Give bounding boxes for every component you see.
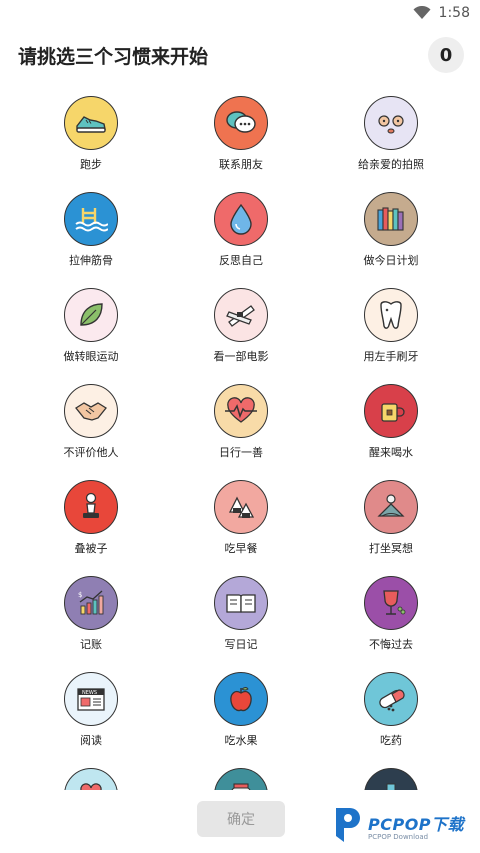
habit-item-bookkeeping[interactable]: $ 记账	[16, 576, 166, 672]
door-icon	[364, 768, 418, 790]
habit-item-self-reflection[interactable]: 反思自己	[166, 192, 316, 288]
habit-item-no-regrets[interactable]: 不悔过去	[316, 576, 466, 672]
habit-item-meditation[interactable]: 打坐冥想	[316, 480, 466, 576]
habit-item-partial-1[interactable]	[16, 768, 166, 790]
leaf-icon	[64, 288, 118, 342]
habit-label: 不悔过去	[369, 638, 413, 651]
habit-item-reading[interactable]: NEWS 阅读	[16, 672, 166, 768]
wifi-icon	[413, 6, 431, 20]
habit-label: 做转眼运动	[63, 350, 119, 363]
page-title: 请挑选三个习惯来开始	[18, 45, 209, 68]
pill-icon	[364, 672, 418, 726]
habit-item-contact-friends[interactable]: 联系朋友	[166, 96, 316, 192]
habit-picker-screen: 1:58 请挑选三个习惯来开始 0 跑步 联系朋友 给亲爱的拍照 拉伸筋骨 反思…	[0, 0, 480, 853]
habit-item-breakfast[interactable]: 吃早餐	[166, 480, 316, 576]
habit-label: 做今日计划	[363, 254, 419, 267]
cute-face-icon	[364, 96, 418, 150]
meditation-icon	[364, 480, 418, 534]
habit-item-photo-loved-one[interactable]: 给亲爱的拍照	[316, 96, 466, 192]
habit-label: 叠被子	[74, 542, 108, 555]
habit-label: 阅读	[80, 734, 102, 747]
chart-growth-icon: $	[64, 576, 118, 630]
habit-label: 写日记	[224, 638, 258, 651]
habit-item-no-judging[interactable]: 不评价他人	[16, 384, 166, 480]
chess-pawn-icon	[64, 480, 118, 534]
confirm-button[interactable]: 确定	[197, 801, 285, 837]
habit-label: 联系朋友	[219, 158, 263, 171]
habit-label: 吃早餐	[224, 542, 258, 555]
heart-hands-icon	[64, 768, 118, 790]
newspaper-icon: NEWS	[64, 672, 118, 726]
mug-icon	[364, 384, 418, 438]
habit-label: 看一部电影	[213, 350, 269, 363]
habit-label: 吃药	[380, 734, 402, 747]
swimming-pool-icon	[64, 192, 118, 246]
habit-item-left-hand-brush[interactable]: 用左手刷牙	[316, 288, 466, 384]
habit-item-watch-movie[interactable]: 看一部电影	[166, 288, 316, 384]
habit-item-fold-quilt[interactable]: 叠被子	[16, 480, 166, 576]
habit-label: 反思自己	[219, 254, 263, 267]
habit-label: 跑步	[80, 158, 102, 171]
status-time: 1:58	[438, 5, 470, 21]
habit-label: 吃水果	[224, 734, 258, 747]
tooth-icon	[364, 288, 418, 342]
habit-label: 记账	[80, 638, 102, 651]
film-strip-icon	[214, 288, 268, 342]
habit-item-stretching[interactable]: 拉伸筋骨	[16, 192, 166, 288]
habit-label: 打坐冥想	[369, 542, 413, 555]
heartbeat-icon	[214, 384, 268, 438]
habit-item-partial-3[interactable]	[316, 768, 466, 790]
sneaker-icon	[64, 96, 118, 150]
header: 请挑选三个习惯来开始 0	[18, 37, 464, 73]
rice-ball-icon	[214, 480, 268, 534]
water-drop-icon	[214, 192, 268, 246]
habit-grid: 跑步 联系朋友 给亲爱的拍照 拉伸筋骨 反思自己 做今日计划 做转眼运动 看一部…	[0, 96, 480, 790]
habit-item-journal[interactable]: 写日记	[166, 576, 316, 672]
chat-bubbles-icon	[214, 96, 268, 150]
pcpop-watermark: PCPOP下载 PCPOP Download	[330, 806, 464, 846]
habit-item-eat-fruit[interactable]: 吃水果	[166, 672, 316, 768]
habit-label: 拉伸筋骨	[69, 254, 113, 267]
habit-label: 不评价他人	[63, 446, 119, 459]
watermark-title: PCPOP下载	[368, 815, 465, 834]
apple-icon	[214, 672, 268, 726]
books-icon	[364, 192, 418, 246]
wine-glass-icon	[364, 576, 418, 630]
habit-label: 醒来喝水	[369, 446, 413, 459]
jar-icon	[214, 768, 268, 790]
newspaper-icon-text: NEWS	[82, 690, 97, 696]
pcpop-logo-icon	[336, 808, 360, 842]
habit-label: 日行一善	[219, 446, 263, 459]
habit-item-take-medicine[interactable]: 吃药	[316, 672, 466, 768]
selected-count-badge: 0	[428, 37, 464, 73]
handshake-icon	[64, 384, 118, 438]
habit-item-drink-water[interactable]: 醒来喝水	[316, 384, 466, 480]
watermark-subtitle: PCPOP Download	[368, 833, 429, 841]
habit-label: 用左手刷牙	[363, 350, 419, 363]
habit-item-plan-today[interactable]: 做今日计划	[316, 192, 466, 288]
svg-text:$: $	[78, 591, 82, 599]
status-bar: 1:58	[0, 0, 480, 26]
habit-item-partial-2[interactable]	[166, 768, 316, 790]
habit-label: 给亲爱的拍照	[358, 158, 424, 171]
open-book-icon	[214, 576, 268, 630]
habit-item-running[interactable]: 跑步	[16, 96, 166, 192]
habit-item-eye-exercise[interactable]: 做转眼运动	[16, 288, 166, 384]
habit-item-good-deed[interactable]: 日行一善	[166, 384, 316, 480]
